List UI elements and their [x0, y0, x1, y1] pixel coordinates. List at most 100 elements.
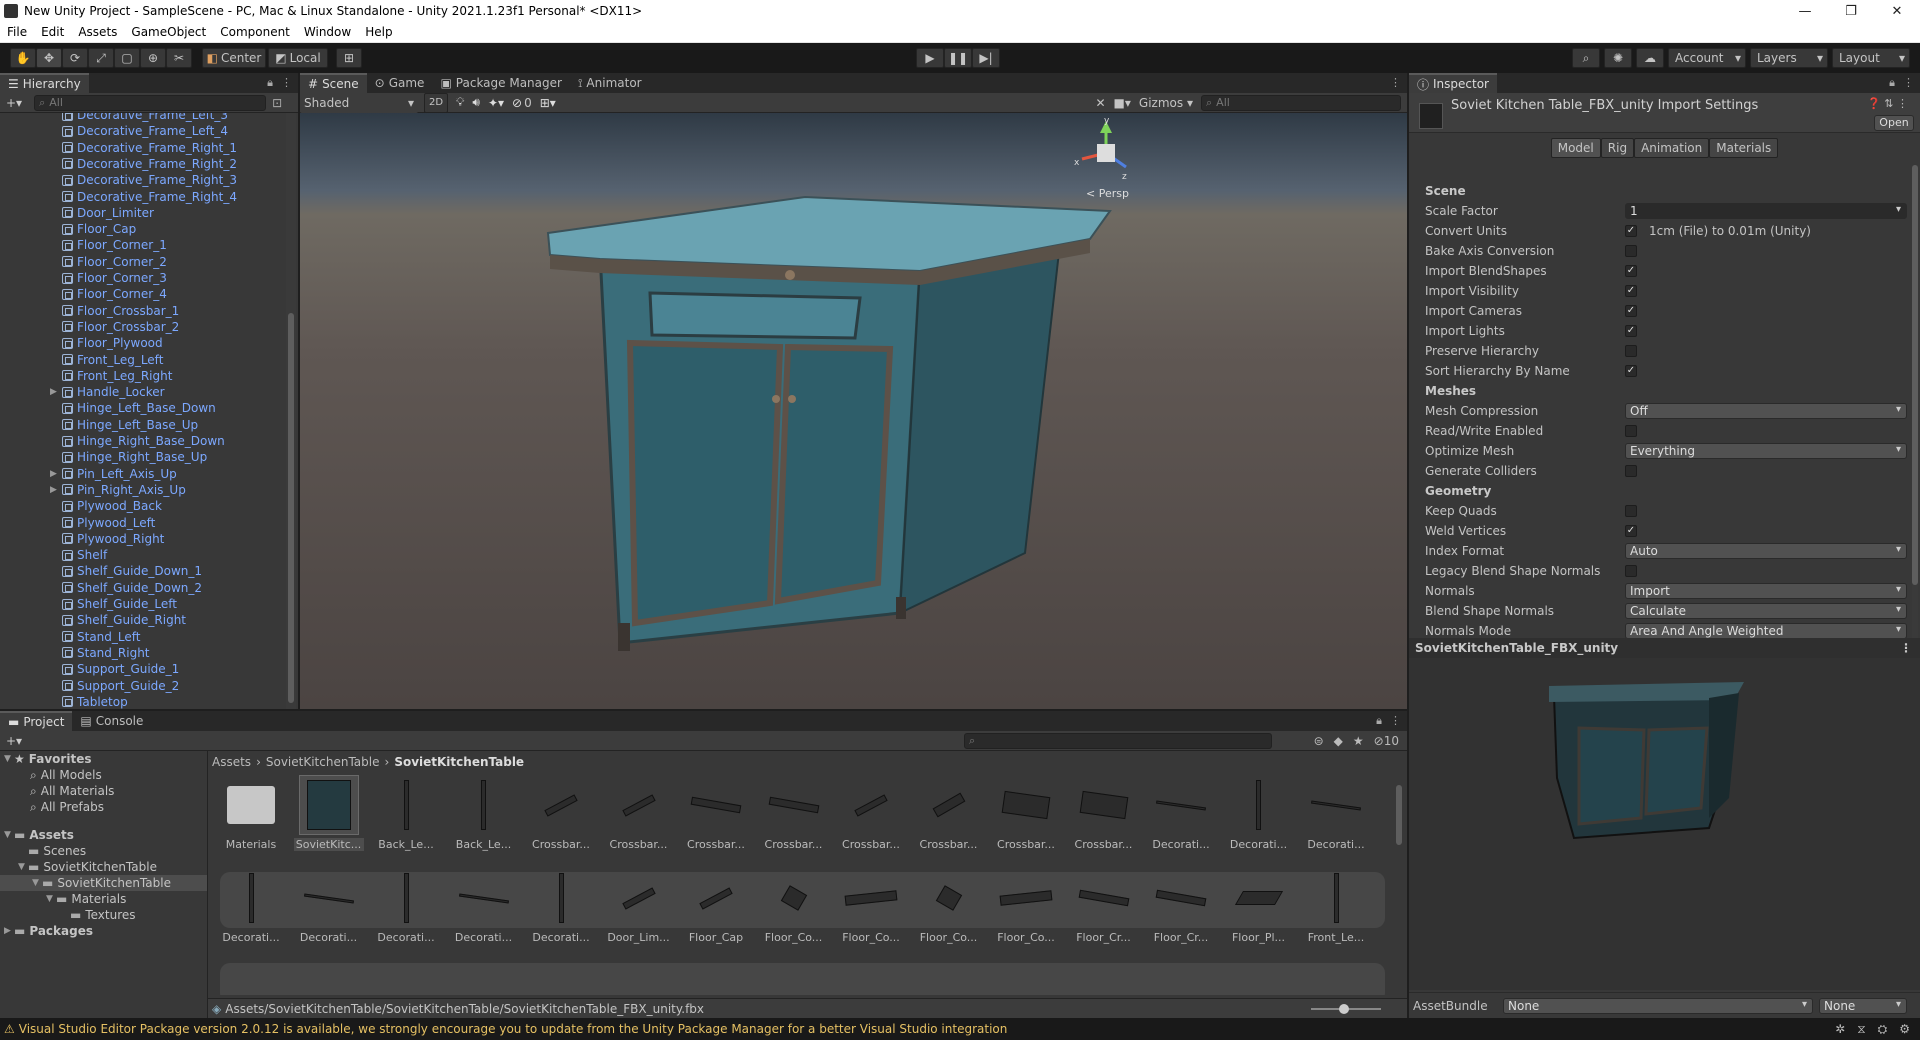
asset-item[interactable]: Floor_Co... — [836, 868, 906, 944]
subtab-rig[interactable]: Rig — [1600, 138, 1635, 158]
debug-icon[interactable]: ✲ — [1835, 1022, 1845, 1037]
hierarchy-item[interactable]: Hinge_Left_Base_Down — [62, 400, 216, 416]
asset-item[interactable]: Decorati... — [371, 868, 441, 944]
collab-icon[interactable]: ✺ — [1604, 48, 1632, 68]
hand-tool-icon[interactable]: ✋ — [10, 48, 36, 68]
favorite-icon[interactable]: ★ — [1353, 734, 1364, 748]
folder-item[interactable]: ▼ ▬ Assets — [0, 827, 207, 843]
hierarchy-item[interactable]: Floor_Corner_1 — [62, 237, 167, 253]
open-button[interactable]: Open — [1874, 115, 1914, 131]
asset-item[interactable]: Floor_Cr... — [1069, 868, 1139, 944]
more-icon[interactable]: ⋮ — [1900, 641, 1912, 655]
hierarchy-search-input[interactable]: ⌕ All — [34, 94, 267, 111]
hierarchy-item[interactable]: Floor_Cap — [62, 221, 136, 237]
hierarchy-item[interactable]: Front_Leg_Right — [62, 368, 172, 384]
hierarchy-item[interactable]: Plywood_Right — [62, 531, 164, 547]
setting-checkbox[interactable] — [1625, 245, 1637, 257]
scene-viewport[interactable]: x y z < Persp — [300, 113, 1407, 709]
menu-assets[interactable]: Assets — [71, 25, 124, 39]
tab-animator[interactable]: ⟟ Animator — [570, 73, 650, 93]
hierarchy-item[interactable]: ▶ Pin_Left_Axis_Up — [50, 466, 177, 482]
grid-snap-icon[interactable]: ⊞ — [336, 48, 362, 68]
scrollbar-thumb[interactable] — [288, 313, 294, 703]
assetbundle-dropdown[interactable]: None — [1503, 997, 1813, 1014]
network-icon[interactable]: ⛭ — [1878, 1022, 1888, 1037]
filter-type-icon[interactable]: ⊜ — [1314, 734, 1324, 748]
hierarchy-item[interactable]: Decorative_Frame_Right_4 — [62, 189, 237, 205]
folder-item[interactable]: ▼ ▬ Materials — [0, 891, 207, 907]
custom-tool-icon[interactable]: ✂ — [166, 48, 192, 68]
tab-hierarchy[interactable]: ☰ Hierarchy — [0, 73, 89, 93]
asset-item[interactable]: Decorati... — [294, 868, 364, 944]
packages-item[interactable]: ▶ ▬ Packages — [0, 923, 207, 939]
folder-item[interactable]: ▬ Scenes — [0, 843, 207, 859]
expand-arrow-icon[interactable]: ▶ — [4, 926, 14, 936]
cloud-icon[interactable]: ☁ — [1636, 48, 1664, 68]
asset-item[interactable]: Crossbar... — [1069, 775, 1139, 851]
tab-inspector[interactable]: ⓘ Inspector — [1409, 73, 1497, 93]
camera-icon[interactable]: ■▾ — [1114, 96, 1131, 110]
hierarchy-item[interactable]: Hinge_Left_Base_Up — [62, 417, 198, 433]
tab-console[interactable]: ▤ Console — [72, 711, 151, 731]
layout-dropdown[interactable]: Layout ▾ — [1832, 48, 1910, 68]
hierarchy-item[interactable]: Tabletop — [62, 694, 128, 709]
asset-item[interactable]: Back_Le... — [449, 775, 519, 851]
folder-item[interactable]: ▼ ▬ SovietKitchenTable — [0, 859, 207, 875]
setting-checkbox[interactable]: ✓ — [1625, 285, 1637, 297]
tab-project[interactable]: ▬ Project — [0, 711, 73, 731]
pivot-local-button[interactable]: ◩ Local — [268, 48, 328, 68]
close-icon[interactable]: ✕ — [1874, 0, 1920, 22]
favorite-item[interactable]: ⌕ All Models — [0, 767, 207, 783]
hierarchy-item[interactable]: Stand_Left — [62, 629, 140, 645]
hierarchy-item[interactable]: ▶ Handle_Locker — [50, 384, 165, 400]
breadcrumb-folder[interactable]: SovietKitchenTable — [266, 755, 380, 769]
scene-visibility-icon[interactable]: ⊡ — [272, 96, 282, 110]
favorite-item[interactable]: ⌕ All Prefabs — [0, 799, 207, 815]
asset-item[interactable]: Floor_Co... — [759, 868, 829, 944]
asset-item[interactable]: Materials — [216, 775, 286, 851]
hierarchy-item[interactable]: Shelf_Guide_Right — [62, 612, 186, 628]
subtab-materials[interactable]: Materials — [1709, 138, 1779, 158]
setting-checkbox[interactable] — [1625, 465, 1637, 477]
hierarchy-item[interactable]: Floor_Corner_2 — [62, 254, 167, 270]
asset-item[interactable]: Floor_Co... — [914, 868, 984, 944]
asset-item[interactable]: Crossbar... — [681, 775, 751, 851]
asset-item[interactable]: Crossbar... — [836, 775, 906, 851]
hierarchy-item[interactable]: Decorative_Frame_Left_4 — [62, 123, 228, 139]
asset-item[interactable]: Front_Le... — [1301, 868, 1371, 944]
restore-icon[interactable]: ❐ — [1828, 0, 1874, 22]
expand-arrow-icon[interactable]: ▼ — [4, 754, 14, 764]
asset-item[interactable]: Crossbar... — [759, 775, 829, 851]
project-search-input[interactable]: ⌕ — [964, 732, 1272, 749]
asset-item[interactable]: Decorati... — [1301, 775, 1371, 851]
expand-arrow-icon[interactable]: ▼ — [4, 830, 14, 840]
grid-icon[interactable]: ⊞▾ — [540, 96, 556, 110]
setting-checkbox[interactable]: ✓ — [1625, 365, 1637, 377]
favorites-header[interactable]: ▼ ★ Favorites — [0, 751, 207, 767]
folder-item[interactable]: ▬ Textures — [0, 907, 207, 923]
asset-item[interactable]: Back_Le... — [371, 775, 441, 851]
hierarchy-item[interactable]: Shelf_Guide_Down_2 — [62, 580, 202, 596]
asset-item[interactable]: Crossbar... — [604, 775, 674, 851]
setting-checkbox[interactable]: ✓ — [1625, 225, 1637, 237]
hierarchy-item[interactable]: ▶ Pin_Right_Axis_Up — [50, 482, 186, 498]
hierarchy-item[interactable]: Plywood_Back — [62, 498, 162, 514]
expand-arrow-icon[interactable]: ▼ — [32, 878, 42, 888]
more-icon[interactable]: ⋮ — [1390, 714, 1401, 728]
expand-arrow-icon[interactable]: ▶ — [50, 485, 60, 495]
tab-scene[interactable]: # Scene — [300, 73, 367, 93]
audio-icon[interactable]: 🔊︎ — [472, 95, 480, 110]
setting-checkbox[interactable]: ✓ — [1625, 265, 1637, 277]
setting-checkbox[interactable] — [1625, 505, 1637, 517]
setting-text-field[interactable]: 1 — [1625, 203, 1907, 219]
hierarchy-item[interactable]: Front_Leg_Left — [62, 352, 163, 368]
favorite-item[interactable]: ⌕ All Materials — [0, 783, 207, 799]
hierarchy-item[interactable]: Shelf_Guide_Left — [62, 596, 177, 612]
hierarchy-item[interactable]: Hinge_Right_Base_Down — [62, 433, 225, 449]
gizmos-dropdown[interactable]: Gizmos ▾ — [1139, 96, 1193, 110]
hierarchy-scrollbar[interactable] — [286, 113, 296, 709]
header-icons[interactable]: ❓ ⇅ ⋮ — [1867, 97, 1908, 110]
asset-item[interactable]: Floor_Cr... — [1146, 868, 1216, 944]
setting-dropdown[interactable]: Import — [1625, 583, 1907, 599]
asset-item[interactable]: Decorati... — [216, 868, 286, 944]
